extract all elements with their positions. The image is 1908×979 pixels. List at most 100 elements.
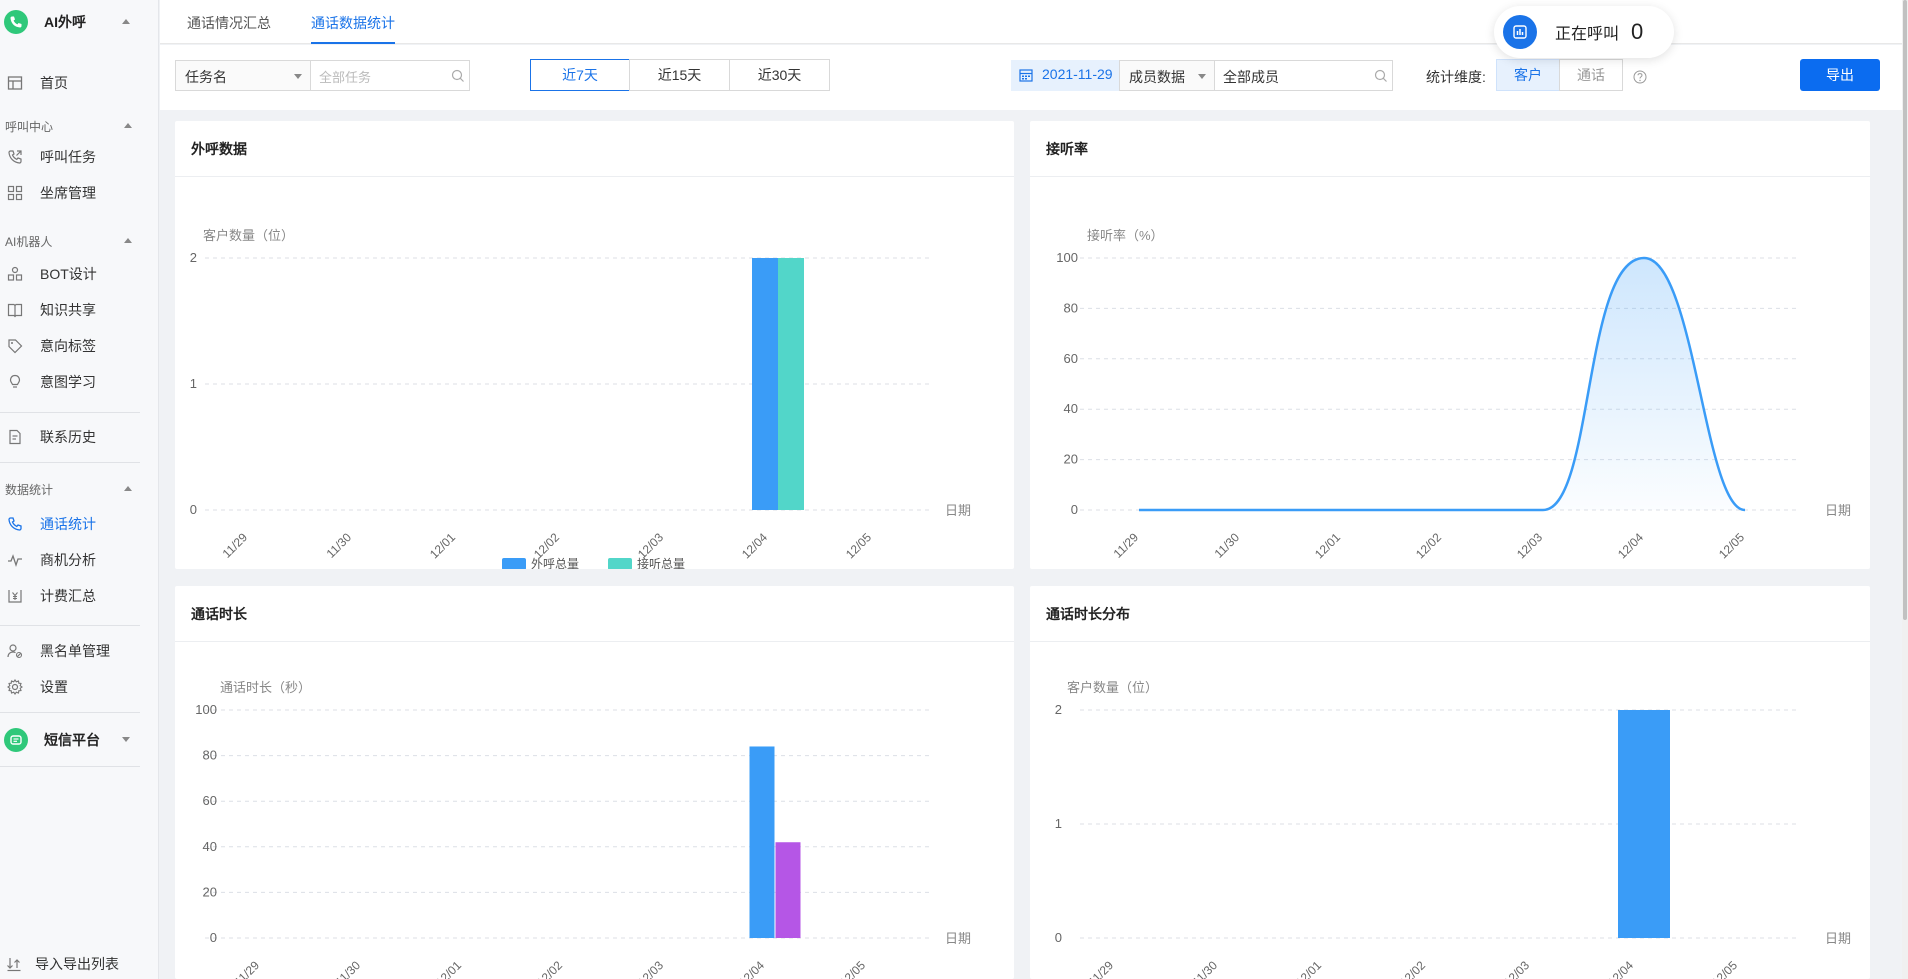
x-tick-label: 12/05 (837, 958, 868, 979)
sidebar-item-home[interactable]: 首页 (0, 68, 158, 98)
sidebar-group-call-center[interactable]: 呼叫中心 (5, 118, 155, 135)
phone-outgoing-icon (8, 150, 22, 164)
divider (0, 412, 140, 413)
sidebar-item-import-export[interactable]: 导入导出列表 (0, 949, 153, 979)
sidebar-group-data-stats[interactable]: 数据统计 (5, 481, 155, 498)
sidebar-item-agent-management[interactable]: 坐席管理 (0, 178, 158, 208)
member-search-input[interactable]: 全部成员 (1214, 60, 1393, 91)
expand-icon[interactable] (122, 737, 130, 742)
app-header[interactable]: AI外呼 (0, 2, 158, 42)
sidebar-item-billing-summary[interactable]: 计费汇总 (0, 581, 158, 611)
sidebar-item-sms-platform[interactable]: 短信平台 (0, 720, 158, 760)
x-tick-label: 12/04 (739, 530, 770, 561)
search-icon[interactable] (1374, 69, 1388, 83)
legend-label: 外呼总量 (531, 557, 579, 569)
y-axis-title: 客户数量（位） (1067, 680, 1158, 695)
call-duration-chart: 通话时长（秒） 0 20 40 60 80 100 日期 11/29 11/30 12/01 12/0… (195, 680, 971, 979)
legend-swatch (502, 558, 526, 569)
member-type-select[interactable]: 成员数据 (1119, 60, 1215, 91)
scrollbar[interactable] (1902, 0, 1908, 979)
range-30-days[interactable]: 近30天 (729, 59, 830, 91)
sidebar-item-call-stats[interactable]: 通话统计 (0, 509, 158, 539)
y-tick-label: 40 (1064, 401, 1078, 416)
sidebar-item-blacklist[interactable]: 黑名单管理 (0, 636, 158, 666)
help-icon[interactable] (1633, 70, 1647, 84)
bar (1618, 710, 1670, 938)
sidebar-item-label: 商机分析 (40, 552, 96, 568)
card-title: 通话时长 (191, 606, 247, 622)
calendar-icon (1019, 69, 1033, 82)
sidebar-item-contact-history[interactable]: 联系历史 (0, 422, 158, 452)
collapse-icon[interactable] (124, 238, 132, 243)
x-tick-label: 11/29 (232, 958, 263, 979)
sidebar-item-label: 坐席管理 (40, 185, 96, 201)
y-tick-label: 2 (1055, 702, 1062, 717)
select-value: 成员数据 (1129, 69, 1185, 85)
user-block-icon (7, 644, 23, 659)
y-tick-label: 100 (195, 702, 217, 717)
group-label: AI机器人 (5, 235, 53, 249)
sidebar-item-label: 通话统计 (40, 516, 96, 532)
sms-icon (4, 728, 28, 752)
sidebar-item-label: 联系历史 (40, 429, 96, 445)
bar (749, 746, 775, 938)
y-tick-label: 60 (203, 793, 217, 808)
group-label: 呼叫中心 (5, 120, 54, 134)
x-tick-label: 12/01 (433, 958, 464, 979)
x-tick-label: 12/02 (1413, 530, 1444, 561)
divider (0, 766, 140, 767)
bar (778, 258, 804, 510)
x-axis-title: 日期 (1825, 931, 1851, 946)
collapse-icon[interactable] (124, 123, 132, 128)
task-type-select[interactable]: 任务名 (175, 60, 311, 91)
sidebar-item-settings[interactable]: 设置 (0, 672, 158, 702)
collapse-icon[interactable] (124, 486, 132, 491)
task-search-input[interactable]: 全部任务 (310, 60, 470, 91)
outbound-data-chart: 客户数量（位）012日期11/29 11/30 12/01 12/02 12/03 12/… (190, 228, 971, 569)
y-axis-title: 客户数量（位） (203, 228, 294, 243)
dimension-customer[interactable]: 客户 (1496, 59, 1560, 91)
sidebar-item-knowledge-share[interactable]: 知识共享 (0, 295, 158, 325)
sidebar-item-opportunity-analysis[interactable]: 商机分析 (0, 545, 158, 575)
dimension-call[interactable]: 通话 (1559, 59, 1623, 91)
sidebar-group-ai-bot[interactable]: AI机器人 (5, 233, 155, 250)
y-tick-label: 80 (203, 748, 217, 763)
sidebar-item-bot-design[interactable]: BOT设计 (0, 259, 158, 289)
range-15-days[interactable]: 近15天 (629, 59, 730, 91)
y-tick-label: 0 (210, 930, 217, 945)
components-icon (7, 266, 23, 281)
x-tick-label: 12/02 (534, 958, 565, 979)
phone-icon (4, 10, 28, 34)
scrollbar-thumb[interactable] (1903, 0, 1907, 620)
stats-icon (1503, 15, 1537, 49)
x-tick-label: 11/29 (220, 530, 251, 561)
sidebar-item-intent-tags[interactable]: 意向标签 (0, 331, 158, 361)
card-call-duration: 通话时长 通话时长（秒） 0 20 40 60 80 100 日期 11/29 11/30 12/0… (175, 586, 1014, 979)
sidebar-item-label: 短信平台 (44, 732, 100, 748)
export-button[interactable]: 导出 (1800, 59, 1880, 91)
import-export-icon (7, 958, 21, 972)
search-icon[interactable] (451, 69, 465, 83)
tab-call-summary[interactable]: 通话情况汇总 (187, 0, 271, 44)
x-tick-label: 12/05 (1716, 530, 1747, 561)
sidebar-item-intent-learning[interactable]: 意图学习 (0, 367, 158, 397)
tab-call-data-stats[interactable]: 通话数据统计 (311, 0, 395, 44)
sidebar-item-label: 意图学习 (40, 374, 96, 390)
y-axis-title: 接听率（%） (1087, 228, 1164, 243)
range-7-days[interactable]: 近7天 (530, 59, 630, 91)
calling-status-badge[interactable]: 正在呼叫 0 (1494, 6, 1674, 58)
x-axis-title: 日期 (1825, 503, 1851, 518)
area-fill (1139, 258, 1745, 510)
y-tick-label: 1 (1055, 816, 1062, 831)
sidebar-item-call-tasks[interactable]: 呼叫任务 (0, 142, 158, 172)
input-placeholder: 全部任务 (319, 70, 372, 85)
x-tick-label: 12/01 (427, 530, 458, 561)
y-tick-label: 0 (1071, 502, 1078, 517)
sidebar-item-label: 设置 (40, 679, 68, 695)
card-title: 外呼数据 (191, 141, 247, 157)
collapse-icon[interactable] (122, 19, 130, 24)
sidebar-item-label: 意向标签 (40, 338, 96, 354)
sidebar-item-label: 首页 (40, 75, 68, 91)
x-tick-label: 12/05 (843, 530, 874, 561)
x-tick-label: 12/04 (1615, 530, 1646, 561)
